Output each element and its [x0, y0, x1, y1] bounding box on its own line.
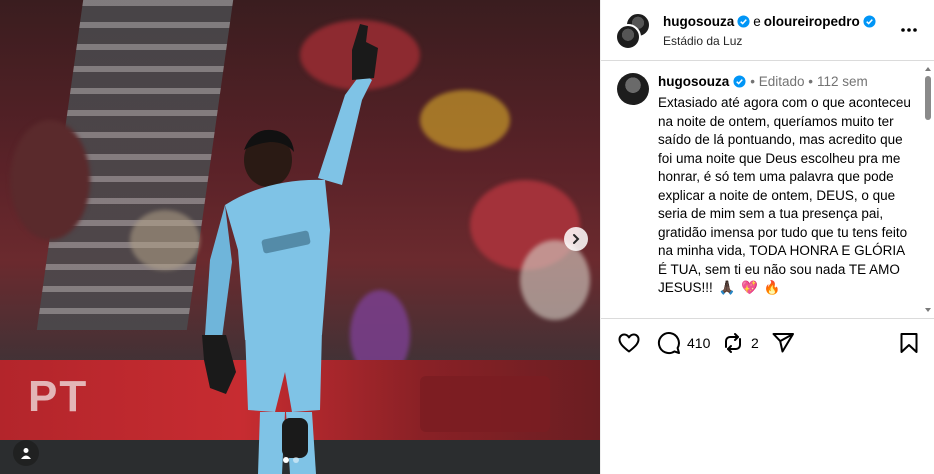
comment-count: 410: [687, 335, 711, 351]
scroll-down-icon[interactable]: [924, 307, 932, 313]
caption-avatar[interactable]: [617, 73, 649, 105]
like-button[interactable]: [617, 331, 641, 355]
header-username-2[interactable]: oloureiropedro: [764, 14, 860, 29]
avatar-user1: [615, 24, 641, 50]
location-link[interactable]: Estádio da Luz: [663, 34, 742, 48]
post-details-panel: hugosouza e oloureiropedro Estádio da Lu…: [600, 0, 934, 474]
save-button[interactable]: [897, 331, 921, 355]
repost-button[interactable]: 2: [721, 331, 759, 355]
collab-names: hugosouza e oloureiropedro: [663, 14, 876, 29]
caption-scrollbar-thumb[interactable]: [925, 76, 931, 120]
action-bar: 410 2: [601, 318, 934, 368]
repost-count: 2: [751, 335, 759, 351]
caption-text: Extasiado até agora com o que aconteceu …: [658, 95, 911, 295]
carousel-dot: [293, 457, 299, 463]
comment-button[interactable]: 410: [657, 331, 710, 355]
verified-icon: [863, 15, 876, 28]
post-header: hugosouza e oloureiropedro Estádio da Lu…: [601, 0, 934, 61]
carousel-indicator: [283, 457, 299, 463]
user-tag-button[interactable]: [13, 440, 39, 466]
carousel-next-button[interactable]: [564, 227, 588, 251]
post-age[interactable]: 112 sem: [817, 74, 868, 89]
carousel-dot-active: [283, 457, 289, 463]
collab-avatars[interactable]: [615, 12, 653, 50]
scroll-up-icon[interactable]: [924, 66, 932, 72]
user-tag-icon: [21, 448, 31, 459]
post-media[interactable]: PT .: [0, 0, 600, 474]
repost-icon: [725, 333, 741, 353]
caption-text-block: Extasiado até agora com o que aconteceu …: [658, 94, 913, 298]
chevron-right-icon: [573, 234, 580, 244]
share-icon: [772, 333, 794, 353]
share-button[interactable]: [771, 331, 795, 355]
fire-emoji: 🔥: [763, 280, 781, 296]
heart-icon: [618, 333, 640, 353]
comment-icon: [657, 332, 680, 355]
verified-icon: [737, 15, 750, 28]
more-icon: [901, 28, 917, 32]
header-conjunction: e: [753, 14, 761, 29]
praying-hands-emoji: 🙏🏿: [718, 280, 736, 296]
sparkling-heart-emoji: 💖: [741, 280, 758, 296]
edited-label: • Editado •: [750, 74, 813, 89]
more-options-button[interactable]: [899, 22, 919, 38]
header-username-1[interactable]: hugosouza: [663, 14, 734, 29]
post-caption: hugosouza • Editado • 112 sem Extasiado …: [601, 62, 923, 318]
goalkeeper-figure: .: [202, 24, 378, 474]
caption-username[interactable]: hugosouza: [658, 74, 729, 89]
verified-icon: [733, 75, 746, 88]
caption-header: hugosouza • Editado • 112 sem: [658, 74, 868, 89]
bookmark-icon: [900, 333, 918, 353]
